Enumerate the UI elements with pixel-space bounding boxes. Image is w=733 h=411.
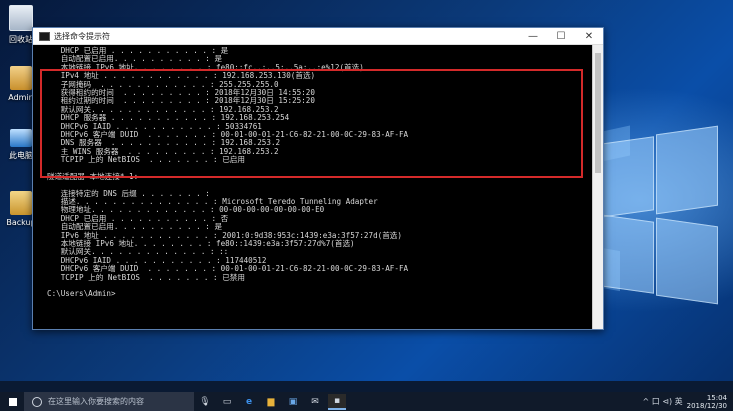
console-output[interactable]: DHCP 已启用 . . . . . . . . . . . : 是 自动配置已… <box>33 45 593 329</box>
microphone-icon[interactable]: 🎙 <box>196 395 214 409</box>
vertical-scrollbar[interactable] <box>592 45 603 329</box>
store-icon[interactable]: ▣ <box>284 395 302 409</box>
close-button[interactable]: ✕ <box>575 31 603 42</box>
command-prompt-window[interactable]: 选择命令提示符 — ☐ ✕ DHCP 已启用 . . . . . . . . .… <box>32 27 604 330</box>
folder-icon <box>10 191 32 215</box>
search-icon <box>32 396 42 407</box>
scrollbar-thumb[interactable] <box>595 53 601 173</box>
clock-date: 2018/12/30 <box>686 401 727 410</box>
windows-logo-graphic <box>600 125 720 305</box>
console-line: TCPIP 上的 NetBIOS . . . . . . . : 已禁用 <box>47 272 245 282</box>
desktop-icon-label: 回收站 <box>9 35 33 44</box>
user-folder-icon <box>10 66 32 90</box>
taskbar: 在这里输入你要搜索的内容 🎙 ▭ e ▆ ▣ ✉ ▪ ^ 口 ⊲) 英 15:0… <box>0 392 733 411</box>
window-title: 选择命令提示符 <box>54 31 110 41</box>
computer-icon <box>10 129 32 147</box>
edge-browser-icon[interactable]: e <box>240 395 258 409</box>
system-tray[interactable]: ^ 口 ⊲) 英 15:04 2018/12/30 <box>642 394 733 410</box>
console-line: 隧道适配器 本地连接* 1: <box>47 171 139 181</box>
clock[interactable]: 15:04 2018/12/30 <box>687 394 727 410</box>
tray-icons[interactable]: ^ 口 ⊲) 英 <box>642 396 682 407</box>
desktop-icon-label: 此电脑 <box>9 151 33 160</box>
clock-time: 15:04 <box>706 393 727 402</box>
desktop-background: 回收站 Admin 此电脑 Backup 选择命令提示符 — ☐ ✕ DHCP … <box>0 0 733 381</box>
cmd-taskbar-icon[interactable]: ▪ <box>328 393 346 410</box>
mail-icon[interactable]: ✉ <box>306 395 324 409</box>
start-button[interactable] <box>0 392 24 411</box>
minimize-button[interactable]: — <box>519 31 547 42</box>
windows-start-icon <box>7 397 17 406</box>
task-view-icon[interactable]: ▭ <box>218 395 236 409</box>
file-explorer-icon[interactable]: ▆ <box>262 395 280 409</box>
recycle-bin-icon <box>9 5 33 31</box>
desktop-icon-label: Admin <box>8 93 34 102</box>
cmd-app-icon <box>39 31 50 41</box>
console-line: C:\Users\Admin> <box>47 289 116 299</box>
taskbar-search-box[interactable]: 在这里输入你要搜索的内容 <box>24 392 194 411</box>
search-placeholder: 在这里输入你要搜索的内容 <box>48 397 144 406</box>
maximize-button[interactable]: ☐ <box>547 31 575 42</box>
console-line: TCPIP 上的 NetBIOS . . . . . . . : 已启用 <box>47 155 245 165</box>
window-titlebar[interactable]: 选择命令提示符 — ☐ ✕ <box>33 28 603 45</box>
